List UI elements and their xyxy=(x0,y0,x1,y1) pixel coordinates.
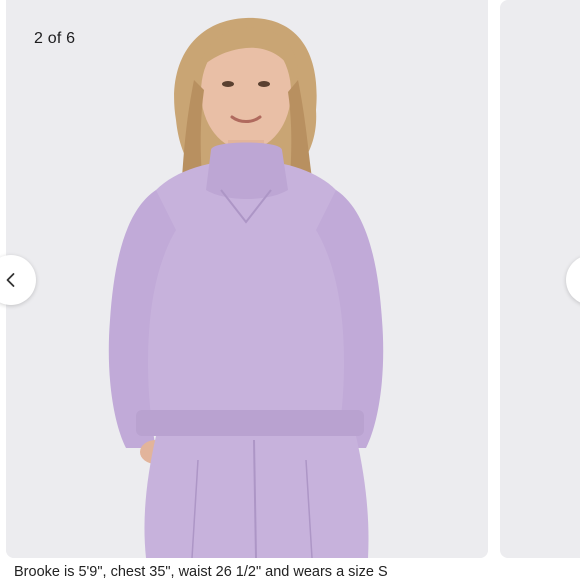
caption-text: Brooke is 5'9", chest 35", waist 26 1/2"… xyxy=(14,564,388,580)
product-image-slide[interactable]: 2 of 6 xyxy=(6,0,488,558)
model-size-caption: Brooke is 5'9", chest 35", waist 26 1/2"… xyxy=(0,560,580,580)
image-counter: 2 of 6 xyxy=(34,30,76,47)
product-photo xyxy=(6,0,488,558)
image-carousel: 2 of 6 Brooke is 5'9", chest 35", waist … xyxy=(0,0,580,580)
chevron-left-icon xyxy=(6,273,15,287)
